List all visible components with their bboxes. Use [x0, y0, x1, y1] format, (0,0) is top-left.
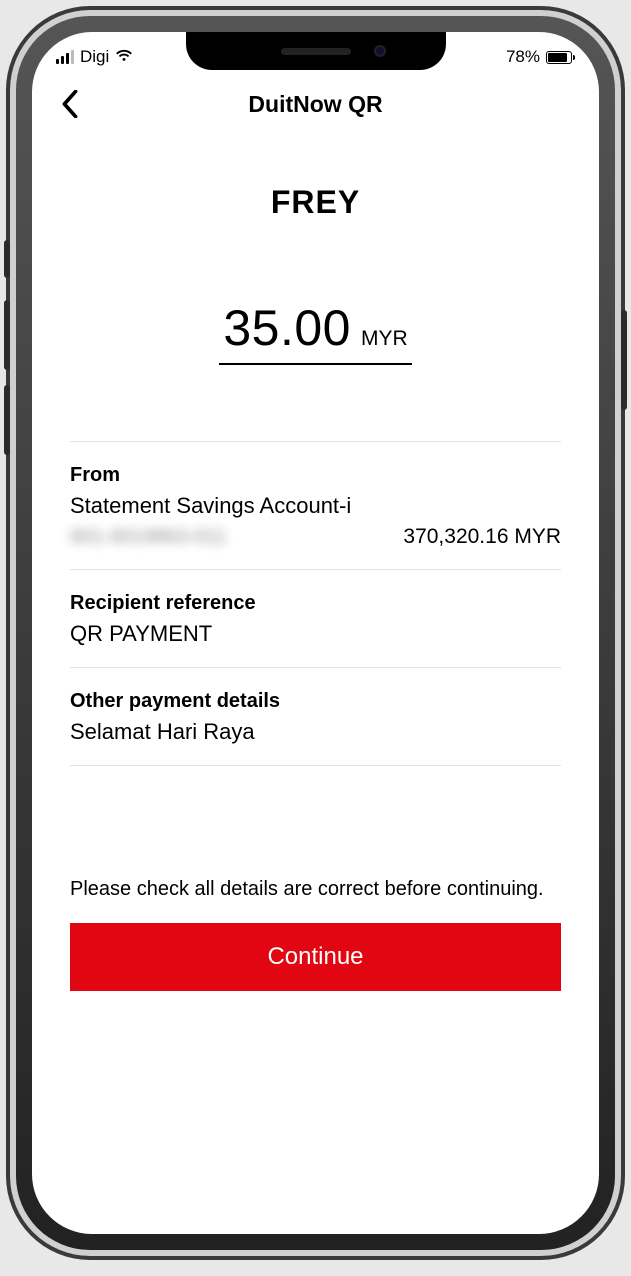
amount-currency: MYR [361, 327, 408, 351]
battery-icon [546, 51, 575, 64]
front-camera [374, 45, 386, 57]
reference-value: QR PAYMENT [70, 621, 561, 647]
carrier-label: Digi [80, 47, 109, 67]
from-account-number: 001-0019863-011 [70, 526, 226, 549]
page-title: DuitNow QR [248, 91, 382, 118]
volume-down [4, 385, 10, 455]
speaker [281, 48, 351, 55]
reference-section: Recipient reference QR PAYMENT [70, 570, 561, 668]
power-button [621, 310, 627, 410]
phone-frame: Digi 78% DuitNow QR FREY [10, 10, 621, 1256]
wifi-icon [115, 47, 133, 67]
reference-label: Recipient reference [70, 592, 561, 615]
merchant-name: FREY [70, 184, 561, 221]
from-label: From [70, 464, 561, 487]
details-value: Selamat Hari Raya [70, 719, 561, 745]
from-account-name: Statement Savings Account-i [70, 493, 561, 519]
amount-display: 35.00 MYR [70, 299, 561, 371]
notch [186, 32, 446, 70]
nav-bar: DuitNow QR [32, 76, 599, 132]
notice-text: Please check all details are correct bef… [70, 876, 561, 903]
continue-button[interactable]: Continue [70, 923, 561, 991]
back-button[interactable] [54, 88, 86, 120]
from-balance: 370,320.16 MYR [403, 525, 561, 549]
volume-up [4, 300, 10, 370]
amount-value: 35.00 [223, 299, 351, 357]
from-section[interactable]: From Statement Savings Account-i 001-001… [70, 442, 561, 570]
battery-percent: 78% [506, 47, 540, 67]
cellular-icon [56, 50, 74, 64]
details-section: Other payment details Selamat Hari Raya [70, 668, 561, 766]
details-label: Other payment details [70, 690, 561, 713]
mute-switch [4, 240, 10, 278]
